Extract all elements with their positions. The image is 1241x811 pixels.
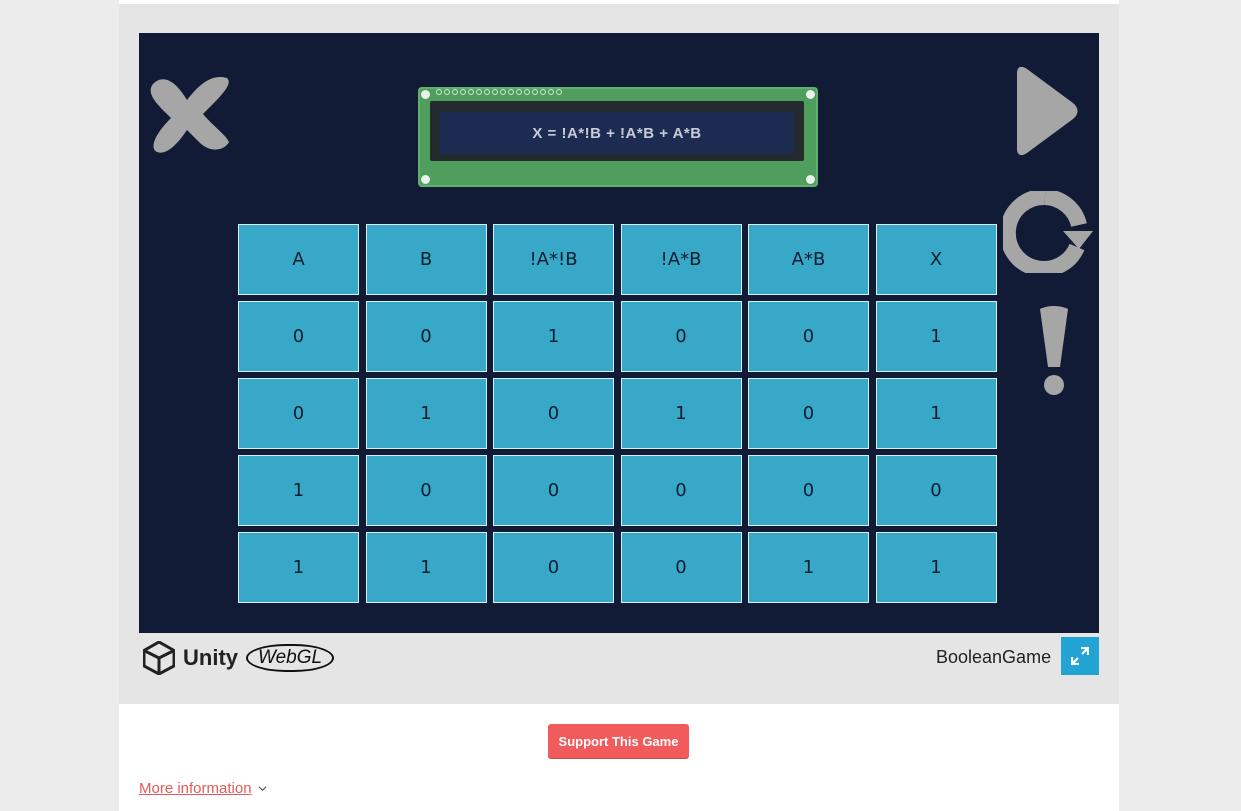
engine-logos: Unity WebGL xyxy=(143,640,335,676)
lcd-pin xyxy=(468,89,474,95)
lcd-pins xyxy=(436,89,576,101)
game-canvas[interactable]: X = !A*!B + !A*B + A*B A B !A*!B !A*B A*… xyxy=(139,33,1099,633)
lcd-pin xyxy=(436,89,442,95)
unity-label: Unity xyxy=(183,645,238,670)
lcd-pin xyxy=(516,89,522,95)
table-header: !A*!B xyxy=(493,224,614,295)
table-cell[interactable]: 1 xyxy=(620,378,742,449)
table-cell[interactable]: 0 xyxy=(238,378,359,449)
lcd-pin xyxy=(500,89,506,95)
table-cell[interactable]: 1 xyxy=(365,532,487,603)
support-button[interactable]: Support This Game xyxy=(548,724,689,759)
table-cell[interactable]: 0 xyxy=(238,301,359,372)
hint-button[interactable] xyxy=(1034,305,1074,401)
close-button[interactable] xyxy=(143,70,233,156)
table-cell[interactable]: 0 xyxy=(875,455,997,526)
table-cell[interactable]: 1 xyxy=(493,301,614,372)
restart-icon xyxy=(999,188,1093,277)
hint-icon xyxy=(1040,306,1068,395)
page-column: X = !A*!B + !A*B + A*B A B !A*!B !A*B A*… xyxy=(119,0,1119,811)
table-cell[interactable]: 0 xyxy=(620,455,742,526)
table-cell[interactable]: 1 xyxy=(875,301,997,372)
lcd-pin xyxy=(492,89,498,95)
lcd-pin xyxy=(540,89,546,95)
table-header: !A*B xyxy=(620,224,742,295)
lcd-pin xyxy=(548,89,554,95)
table-cell[interactable]: 1 xyxy=(875,378,997,449)
webgl-label: WebGL xyxy=(246,644,335,672)
more-information[interactable]: More information xyxy=(139,780,267,797)
lcd-pin xyxy=(444,89,450,95)
lcd-mount-hole xyxy=(421,175,430,184)
game-frame: X = !A*!B + !A*B + A*B A B !A*!B !A*B A*… xyxy=(119,4,1119,704)
table-header: A xyxy=(238,224,359,295)
game-title: BooleanGame xyxy=(936,647,1052,667)
lcd-pin xyxy=(476,89,482,95)
table-cell[interactable]: 0 xyxy=(748,455,869,526)
play-icon xyxy=(1017,66,1078,156)
table-cell[interactable]: 1 xyxy=(238,532,359,603)
table-cell[interactable]: 1 xyxy=(748,532,869,603)
truth-table: A B !A*!B !A*B A*B X 0 0 1 0 0 1 0 1 0 1 0 1 1 0 0 0 0 0 1 1 0 0 1 1 xyxy=(238,224,997,603)
table-cell[interactable]: 0 xyxy=(620,301,742,372)
lcd-mount-hole xyxy=(806,175,815,184)
table-cell[interactable]: 0 xyxy=(493,455,614,526)
lcd-pin xyxy=(460,89,466,95)
lcd-bezel: X = !A*!B + !A*B + A*B xyxy=(430,101,804,161)
expression-text: X = !A*!B + !A*B + A*B xyxy=(440,112,794,154)
table-cell[interactable]: 1 xyxy=(365,378,487,449)
more-information-link[interactable]: More information xyxy=(139,780,252,797)
table-cell[interactable]: 0 xyxy=(365,455,487,526)
lcd-mount-hole xyxy=(806,90,815,99)
table-header: B xyxy=(365,224,487,295)
fullscreen-button[interactable] xyxy=(1061,637,1099,675)
lcd-pin xyxy=(508,89,514,95)
play-button[interactable] xyxy=(1011,65,1081,157)
lcd-display: X = !A*!B + !A*B + A*B xyxy=(418,87,818,187)
fullscreen-icon xyxy=(1071,647,1089,665)
table-cell[interactable]: 0 xyxy=(748,378,869,449)
table-header: X xyxy=(875,224,997,295)
close-icon xyxy=(150,76,229,153)
table-cell[interactable]: 1 xyxy=(875,532,997,603)
table-cell[interactable]: 0 xyxy=(620,532,742,603)
lcd-pin xyxy=(484,89,490,95)
unity-logo-icon xyxy=(143,641,175,675)
chevron-down-icon xyxy=(258,786,267,792)
table-cell[interactable]: 0 xyxy=(748,301,869,372)
table-cell[interactable]: 0 xyxy=(493,532,614,603)
table-cell[interactable]: 0 xyxy=(365,301,487,372)
restart-button[interactable] xyxy=(999,188,1095,277)
lcd-pin xyxy=(452,89,458,95)
lcd-pin xyxy=(532,89,538,95)
lcd-pin xyxy=(556,89,562,95)
table-cell[interactable]: 0 xyxy=(493,378,614,449)
table-cell[interactable]: 1 xyxy=(238,455,359,526)
lcd-mount-hole xyxy=(421,90,430,99)
table-header: A*B xyxy=(748,224,869,295)
lcd-pin xyxy=(524,89,530,95)
